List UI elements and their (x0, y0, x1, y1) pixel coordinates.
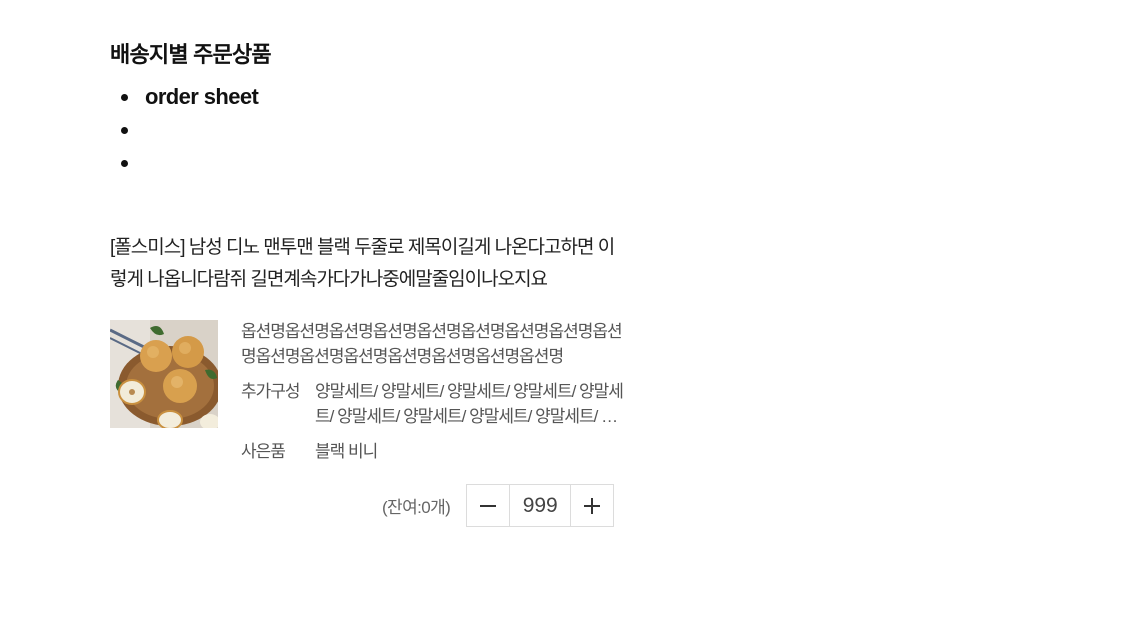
plus-icon (584, 497, 601, 514)
increase-quantity-button[interactable] (571, 485, 613, 526)
extra-components-value: 양말세트/ 양말세트/ 양말세트/ 양말세트/ 양말세트/ 양말세트/ 양말세트… (315, 382, 623, 426)
tab-order-sheet[interactable]: order sheet (110, 80, 630, 113)
remaining-stock: (잔여:0개) (382, 498, 451, 517)
product-thumbnail[interactable] (110, 320, 218, 428)
tab-item-2[interactable] (110, 113, 630, 146)
quantity-stepper: 999 (466, 484, 615, 527)
gift-label: 사은품 (241, 442, 286, 461)
order-products-section: 배송지별 주문상품 order sheet [폴스미스] 남성 디노 맨투맨 블… (110, 38, 630, 527)
product-name[interactable]: [폴스미스] 남성 디노 맨투맨 블랙 두줄로 제목이길게 나온다고하면 이렇게… (110, 232, 630, 296)
decrease-quantity-button[interactable] (467, 485, 509, 526)
gift-row: 사은품 블랙 비니 (241, 439, 623, 464)
section-title: 배송지별 주문상품 (110, 42, 272, 67)
option-name: 옵션명옵션명옵션명옵션명옵션명옵션명옵션명옵션명옵션명옵션명옵션명옵션명옵션명옵… (241, 322, 623, 366)
extra-components-row: 추가구성 양말세트/ 양말세트/ 양말세트/ 양말세트/ 양말세트/ 양말세트/… (241, 379, 623, 429)
extra-components-label: 추가구성 (241, 382, 301, 401)
minus-icon (480, 504, 497, 507)
pears-image (110, 320, 218, 428)
gift-value: 블랙 비니 (315, 442, 378, 461)
tab-item-3[interactable] (110, 146, 630, 179)
product-options: 옵션명옵션명옵션명옵션명옵션명옵션명옵션명옵션명옵션명옵션명옵션명옵션명옵션명옵… (241, 319, 623, 464)
quantity-value[interactable]: 999 (509, 485, 572, 526)
tab-list: order sheet (110, 80, 630, 179)
quantity-area: (잔여:0개) 999 (382, 484, 615, 527)
